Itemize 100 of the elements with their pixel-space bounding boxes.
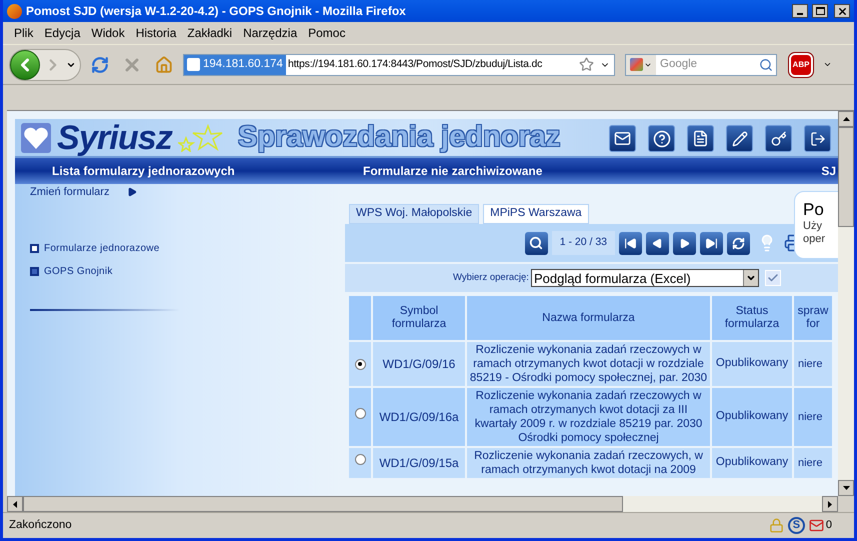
maximize-button[interactable] — [812, 4, 828, 18]
table-cell: niere — [794, 342, 832, 386]
change-form-link[interactable]: Zmień formularz — [30, 184, 345, 200]
logo-text: Syriusz — [57, 120, 172, 154]
scroll-down-arrow-icon[interactable] — [842, 486, 850, 490]
refresh-button[interactable] — [727, 232, 750, 254]
page-heading: Lista formularzy jednorazowych — [51, 164, 236, 178]
right-triangle-icon — [679, 238, 690, 248]
header-cell — [349, 296, 371, 340]
s-letter-icon[interactable]: S — [788, 517, 805, 534]
heart-logo-icon — [21, 122, 51, 152]
back-button[interactable] — [10, 50, 40, 80]
table-cell: WD1/G/09/16 — [373, 342, 465, 386]
tooltip-text: oper — [803, 233, 826, 246]
table-cell: WD1/G/09/16a — [373, 388, 465, 446]
search-button[interactable] — [524, 232, 548, 254]
menu-item[interactable]: Widok — [86, 24, 130, 42]
table-cell: WD1/G/09/15a — [373, 448, 465, 478]
search-input[interactable]: Google — [656, 56, 759, 74]
column-header: Symbol formularza — [373, 296, 465, 340]
operation-label: Wybierz operację: — [453, 270, 529, 285]
table-cell: niere — [794, 388, 832, 446]
first-page-button[interactable] — [619, 232, 642, 254]
search-icon[interactable] — [759, 58, 773, 72]
envelope-icon — [614, 130, 631, 147]
radio-button[interactable] — [354, 358, 366, 370]
sidebar-item[interactable]: Formularze jednorazowe — [44, 240, 160, 256]
close-button[interactable] — [834, 4, 850, 18]
table-cell: Rozliczenie wykonania zadań rzeczowych, w ramach otrzymanych kwot dotacji na 2009 — [467, 448, 710, 478]
document-icon — [692, 130, 709, 147]
help-button[interactable] — [648, 125, 675, 152]
horizontal-scrollbar[interactable] — [7, 496, 838, 512]
bookmark-star-icon — [579, 57, 594, 72]
code-label: SJ — [821, 163, 837, 180]
key-icon — [770, 130, 786, 146]
scroll-left-arrow-icon[interactable] — [13, 500, 17, 508]
menu-item[interactable]: Historia — [130, 24, 182, 42]
tooltip-text: Uży — [803, 220, 823, 233]
table-cell: niere — [794, 448, 832, 478]
tab[interactable]: WPS Woj. Małopolskie — [349, 204, 480, 224]
tooltip-title: Po — [803, 200, 825, 220]
key-button[interactable] — [765, 125, 792, 152]
document-button[interactable] — [687, 125, 714, 152]
exit-icon — [810, 130, 826, 146]
column-header: Status formularza — [712, 296, 792, 340]
last-page-icon — [705, 236, 718, 250]
sidebar-item[interactable]: GOPS Gnojnik — [44, 264, 113, 278]
minimize-button[interactable] — [792, 4, 808, 18]
site-identity-badge[interactable]: 194.181.60.174 — [184, 54, 286, 74]
triangle-icon — [127, 187, 138, 198]
section-heading: Formularze nie zarchiwizowane — [363, 163, 544, 180]
menu-item[interactable]: Pomoc — [303, 24, 350, 42]
next-page-button[interactable] — [673, 232, 696, 254]
table-cell: Opublikowany — [712, 388, 792, 446]
status-text: Zakończono — [9, 518, 73, 533]
vertical-scrollbar[interactable] — [838, 111, 854, 496]
site-icon — [187, 58, 200, 71]
scroll-right-arrow-icon[interactable] — [828, 500, 832, 508]
scroll-thumb[interactable] — [838, 127, 854, 227]
address-field[interactable]: 194.181.60.174 https://194.181.60.174:8443/Pomost/SJD/zbuduj/Lista.dc — [183, 54, 615, 76]
edit-button[interactable] — [726, 125, 753, 152]
menu-item[interactable]: Plik — [9, 24, 38, 42]
reload-icon — [91, 56, 109, 74]
help-icon — [652, 130, 670, 148]
menu-item[interactable]: Edycja — [39, 24, 86, 42]
scroll-thumb[interactable] — [23, 496, 623, 512]
mail-notifier[interactable]: 0 — [808, 517, 832, 534]
search-field[interactable]: Google — [625, 54, 777, 76]
column-header: spraw for — [794, 296, 832, 340]
radio-button[interactable] — [354, 454, 366, 466]
page-counter: 1 - 20 / 33 — [552, 231, 615, 255]
close-icon — [836, 6, 848, 16]
first-page-icon — [624, 236, 637, 250]
search-engine-icon[interactable] — [626, 54, 656, 74]
previous-page-button[interactable] — [646, 232, 669, 254]
table-cell: Opublikowany — [712, 448, 792, 478]
left-triangle-icon — [652, 238, 663, 248]
url-text: https://194.181.60.174:8443/Pomost/SJD/zbuduj/Lista.dc — [286, 56, 544, 72]
operation-select[interactable]: Podgląd formularza (Excel) — [530, 269, 759, 287]
mail-button[interactable] — [609, 125, 636, 152]
confirm-button[interactable] — [764, 270, 781, 286]
radio-button[interactable] — [354, 408, 366, 420]
tab[interactable]: MPiPS Warszawa — [483, 204, 589, 224]
table-cell: Rozliczenie wykonania zadań rzeczowych w ramach otrzymanych kwot dotacji w rozdziale 85219 - Ośrodki pomocy społecznej, par. 2030 — [467, 342, 710, 386]
window-title: Pomost SJD (wersja W-1.2-20-4.2) - GOPS Gnojnik - Mozilla Firefox — [26, 3, 407, 20]
pencil-icon — [732, 130, 748, 146]
scroll-up-arrow-icon[interactable] — [842, 117, 850, 121]
search-icon — [529, 236, 544, 250]
adblock-icon[interactable]: ABP — [789, 52, 813, 76]
check-icon — [766, 272, 779, 284]
last-page-button[interactable] — [700, 232, 723, 254]
mail-icon — [808, 518, 824, 533]
banner-title: Sprawozdania jednoraz — [238, 123, 560, 152]
home-icon — [155, 56, 173, 74]
logout-button[interactable] — [804, 125, 831, 152]
menu-item[interactable]: Narzędzia — [238, 24, 302, 42]
menu-item[interactable]: Zakładki — [182, 24, 238, 42]
table-cell: Rozliczenie wykonania zadań rzeczowych w ramach otrzymanych kwot dotacji za III kwartały 2009 r. w rozdziale 85219 par. 2030 Ośrodki pomocy społecznej — [467, 388, 710, 446]
table-cell: Opublikowany — [712, 342, 792, 386]
column-header: Nazwa formularza — [467, 296, 710, 340]
